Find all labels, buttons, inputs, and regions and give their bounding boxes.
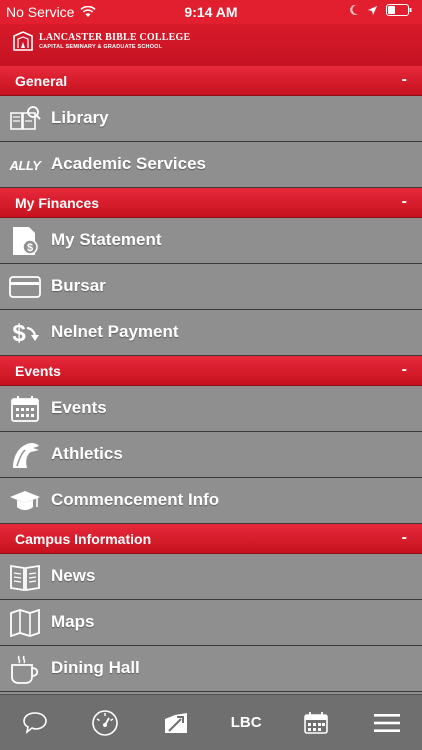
list-item-commencement-info[interactable]: Commencement Info <box>0 478 422 524</box>
battery-icon <box>386 4 412 16</box>
coffee-cup-icon <box>9 653 41 685</box>
section-title: My Finances <box>15 195 100 211</box>
bottom-tab-bar: LBC <box>0 694 422 750</box>
list-item-label: Events <box>51 398 107 417</box>
status-right <box>349 4 412 16</box>
calendar-tab[interactable] <box>292 703 340 743</box>
list-item-my-statement[interactable]: $ My Statement <box>0 218 422 264</box>
lbc-tab[interactable]: LBC <box>222 703 270 743</box>
list-item-label: Library <box>51 108 109 127</box>
menu-tab[interactable] <box>363 703 411 743</box>
chat-icon <box>23 711 47 734</box>
list-item-label: My Statement <box>51 230 162 249</box>
credit-card-icon <box>9 271 41 303</box>
list-item-academic-services[interactable]: ALLY Academic Services <box>0 142 422 188</box>
graduation-cap-icon <box>9 485 41 517</box>
college-logo: LANCASTER BIBLE COLLEGE CAPITAL SEMINARY… <box>12 30 190 52</box>
section-title: Campus Information <box>15 531 152 547</box>
statement-icon: $ <box>9 225 41 257</box>
list-item-library[interactable]: Library <box>0 96 422 142</box>
list-item-label: Bursar <box>51 276 106 295</box>
list-item-bursar[interactable]: Bursar <box>0 264 422 310</box>
svg-text:$: $ <box>12 320 26 347</box>
mascot-icon <box>9 439 41 471</box>
status-bar: No Service 9:14 AM <box>0 0 422 24</box>
menu-icon <box>373 713 400 732</box>
list-item-label: Maps <box>51 612 95 631</box>
section-header-events[interactable]: Events - <box>0 356 422 386</box>
collapse-toggle[interactable]: - <box>402 71 407 89</box>
list-item-athletics[interactable]: Athletics <box>0 432 422 478</box>
section-title: Events <box>15 363 61 379</box>
menu-list: General - Library ALLY Academic Services… <box>0 66 422 694</box>
list-item-nelnet-payment[interactable]: $ Nelnet Payment <box>0 310 422 356</box>
collapse-toggle[interactable]: - <box>402 193 407 211</box>
collapse-toggle[interactable]: - <box>402 529 407 547</box>
list-item-label: Academic Services <box>51 154 206 173</box>
chat-tab[interactable] <box>11 703 59 743</box>
calendar-icon <box>9 393 41 425</box>
logo-title: LANCASTER BIBLE COLLEGE <box>39 31 191 43</box>
list-item-label: Nelnet Payment <box>51 322 179 341</box>
list-item-maps[interactable]: Maps <box>0 600 422 646</box>
library-icon <box>9 103 41 135</box>
newspaper-icon <box>9 561 41 593</box>
app-header: LANCASTER BIBLE COLLEGE CAPITAL SEMINARY… <box>0 24 422 66</box>
lbc-text: LBC <box>230 714 262 731</box>
location-arrow-icon <box>368 5 377 15</box>
map-icon <box>9 607 41 639</box>
calendar-tab-icon <box>304 711 329 734</box>
logo-subtitle: CAPITAL SEMINARY & GRADUATE SCHOOL <box>39 43 163 50</box>
campus-icon <box>164 712 187 733</box>
dashboard-icon <box>92 709 119 736</box>
list-item-label: News <box>51 566 96 585</box>
section-title: General <box>15 73 68 89</box>
moon-icon <box>350 4 358 15</box>
dashboard-tab[interactable] <box>81 703 129 743</box>
svg-text:$: $ <box>27 242 33 254</box>
section-header-my-finances[interactable]: My Finances - <box>0 188 422 218</box>
dollar-transfer-icon: $ <box>9 317 41 349</box>
list-item-label: Dining Hall <box>51 658 140 677</box>
list-item-label: Athletics <box>51 444 123 463</box>
list-item-news[interactable]: News <box>0 554 422 600</box>
collapse-toggle[interactable]: - <box>402 361 407 379</box>
list-item-dining-hall[interactable]: Dining Hall <box>0 646 422 692</box>
section-header-general[interactable]: General - <box>0 66 422 96</box>
list-item-label: Commencement Info <box>51 490 220 509</box>
list-item-events[interactable]: Events <box>0 386 422 432</box>
campus-tab[interactable] <box>152 703 200 743</box>
section-header-campus-information[interactable]: Campus Information - <box>0 524 422 554</box>
logo-mark-icon <box>13 31 33 51</box>
ally-icon: ALLY <box>9 157 41 173</box>
